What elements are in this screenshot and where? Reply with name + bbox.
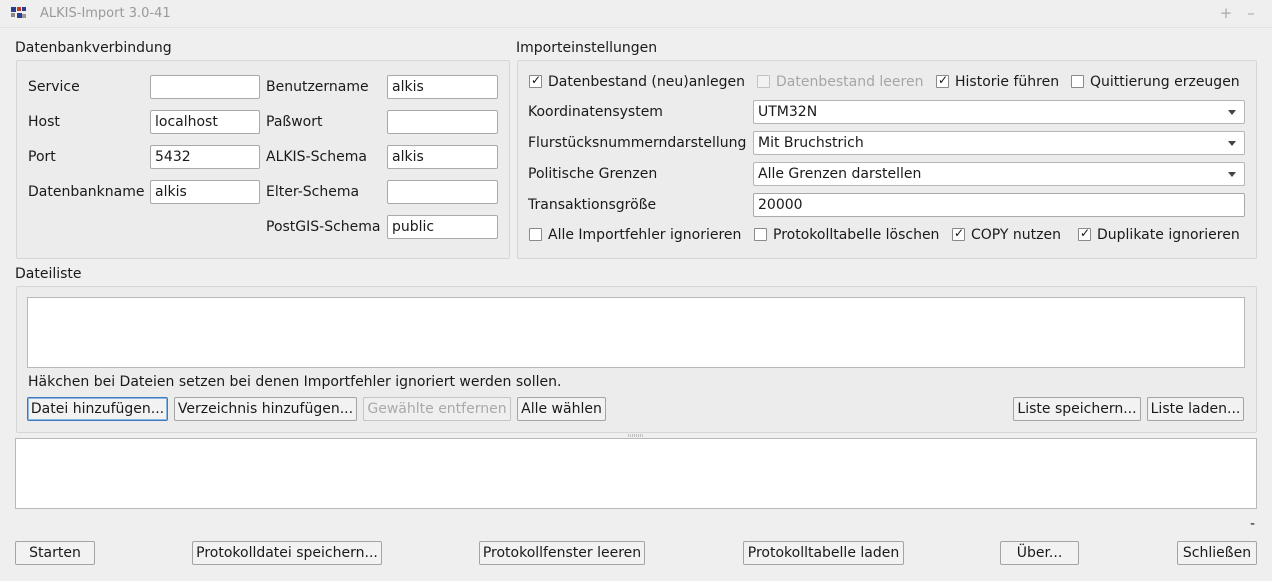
chevron-down-icon[interactable] bbox=[1228, 141, 1236, 146]
log-output[interactable] bbox=[15, 438, 1257, 509]
checkbox-icon[interactable] bbox=[1078, 226, 1091, 241]
port-input[interactable]: 5432 bbox=[150, 145, 260, 169]
check-create-receipt-label: Quittierung erzeugen bbox=[1090, 74, 1240, 90]
service-label: Service bbox=[28, 79, 80, 95]
postgis-schema-label: PostGIS-Schema bbox=[266, 219, 381, 235]
add-directory-button[interactable]: Verzeichnis hinzufügen... bbox=[174, 397, 357, 421]
parcel-label: Flurstücksnummerndarstellung bbox=[528, 135, 747, 151]
parcel-combo[interactable]: Mit Bruchstrich bbox=[753, 131, 1245, 155]
dbname-label: Datenbankname bbox=[28, 184, 145, 200]
chevron-down-icon[interactable] bbox=[1228, 172, 1236, 177]
checkbox-icon[interactable] bbox=[757, 75, 770, 88]
check-ignore-duplicates-label: Duplikate ignorieren bbox=[1097, 227, 1240, 243]
alkis-schema-input[interactable]: alkis bbox=[387, 145, 498, 169]
host-label: Host bbox=[28, 114, 60, 130]
postgis-schema-input[interactable]: public bbox=[387, 215, 498, 239]
check-ignore-duplicates[interactable]: Duplikate ignorieren bbox=[1078, 226, 1240, 243]
user-label: Benutzername bbox=[266, 79, 369, 95]
port-label: Port bbox=[28, 149, 56, 165]
remove-selected-button[interactable]: Gewählte entfernen bbox=[363, 397, 511, 421]
check-delete-log-table[interactable]: Protokolltabelle löschen bbox=[754, 227, 939, 243]
check-keep-history-label: Historie führen bbox=[955, 74, 1060, 90]
password-input[interactable] bbox=[387, 110, 498, 134]
check-clear-dataset[interactable]: Datenbestand leeren bbox=[757, 74, 923, 90]
close-button[interactable]: Schließen bbox=[1177, 541, 1257, 565]
clear-log-window-button[interactable]: Protokollfenster leeren bbox=[479, 541, 645, 565]
save-list-button[interactable]: Liste speichern... bbox=[1013, 397, 1141, 421]
checkbox-icon[interactable] bbox=[952, 226, 965, 241]
check-keep-history[interactable]: Historie führen bbox=[936, 73, 1060, 90]
maximize-icon[interactable]: + bbox=[1219, 4, 1233, 22]
user-input[interactable]: alkis bbox=[387, 75, 498, 99]
file-list-hint: Häkchen bei Dateien setzen bei denen Imp… bbox=[28, 374, 562, 390]
check-use-copy-label: COPY nutzen bbox=[971, 227, 1062, 243]
borders-label: Politische Grenzen bbox=[528, 166, 658, 182]
check-delete-log-table-label: Protokolltabelle löschen bbox=[773, 227, 940, 243]
service-input[interactable] bbox=[150, 75, 260, 99]
load-log-table-button[interactable]: Protokolltabelle laden bbox=[743, 541, 904, 565]
checkbox-icon[interactable] bbox=[936, 73, 949, 88]
parent-schema-label: Elter-Schema bbox=[266, 184, 360, 200]
check-ignore-import-errors-label: Alle Importfehler ignorieren bbox=[548, 227, 742, 243]
tx-size-label: Transaktionsgröße bbox=[528, 197, 657, 213]
app-icon bbox=[11, 7, 26, 20]
borders-value: Alle Grenzen darstellen bbox=[758, 166, 922, 182]
tx-size-input[interactable]: 20000 bbox=[753, 193, 1245, 217]
save-log-file-button[interactable]: Protokolldatei speichern... bbox=[192, 541, 382, 565]
crs-value: UTM32N bbox=[758, 104, 818, 120]
select-all-button[interactable]: Alle wählen bbox=[517, 397, 606, 421]
minimize-icon[interactable]: – bbox=[1244, 4, 1258, 22]
crs-label: Koordinatensystem bbox=[528, 104, 663, 120]
file-list[interactable] bbox=[27, 297, 1245, 368]
status-text: - bbox=[1250, 516, 1256, 532]
alkis-schema-label: ALKIS-Schema bbox=[266, 149, 367, 165]
db-group-title: Datenbankverbindung bbox=[15, 40, 172, 56]
files-group-title: Dateiliste bbox=[15, 266, 82, 282]
crs-combo[interactable]: UTM32N bbox=[753, 100, 1245, 124]
host-input[interactable]: localhost bbox=[150, 110, 260, 134]
checkbox-icon[interactable] bbox=[529, 228, 542, 241]
checkbox-icon[interactable] bbox=[754, 228, 767, 241]
checkbox-icon[interactable] bbox=[529, 73, 542, 88]
dbname-input[interactable]: alkis bbox=[150, 180, 260, 204]
check-ignore-import-errors[interactable]: Alle Importfehler ignorieren bbox=[529, 227, 741, 243]
borders-combo[interactable]: Alle Grenzen darstellen bbox=[753, 162, 1245, 186]
check-create-dataset[interactable]: Datenbestand (neu)anlegen bbox=[529, 73, 746, 90]
title-bar: ALKIS-Import 3.0-41 + – bbox=[0, 0, 1272, 28]
check-create-dataset-label: Datenbestand (neu)anlegen bbox=[548, 74, 746, 90]
parcel-value: Mit Bruchstrich bbox=[758, 135, 864, 151]
about-button[interactable]: Über... bbox=[1000, 541, 1079, 565]
checkbox-icon[interactable] bbox=[1071, 75, 1084, 88]
check-clear-dataset-label: Datenbestand leeren bbox=[776, 74, 924, 90]
splitter-handle[interactable] bbox=[628, 434, 644, 437]
window-title: ALKIS-Import 3.0-41 bbox=[40, 6, 171, 21]
check-create-receipt[interactable]: Quittierung erzeugen bbox=[1071, 74, 1240, 90]
chevron-down-icon[interactable] bbox=[1228, 110, 1236, 115]
load-list-button[interactable]: Liste laden... bbox=[1147, 397, 1244, 421]
import-group-title: Importeinstellungen bbox=[516, 40, 658, 56]
start-button[interactable]: Starten bbox=[15, 541, 95, 565]
check-use-copy[interactable]: COPY nutzen bbox=[952, 226, 1062, 243]
parent-schema-input[interactable] bbox=[387, 180, 498, 204]
password-label: Paßwort bbox=[266, 114, 323, 130]
add-file-button[interactable]: Datei hinzufügen... bbox=[27, 397, 168, 421]
